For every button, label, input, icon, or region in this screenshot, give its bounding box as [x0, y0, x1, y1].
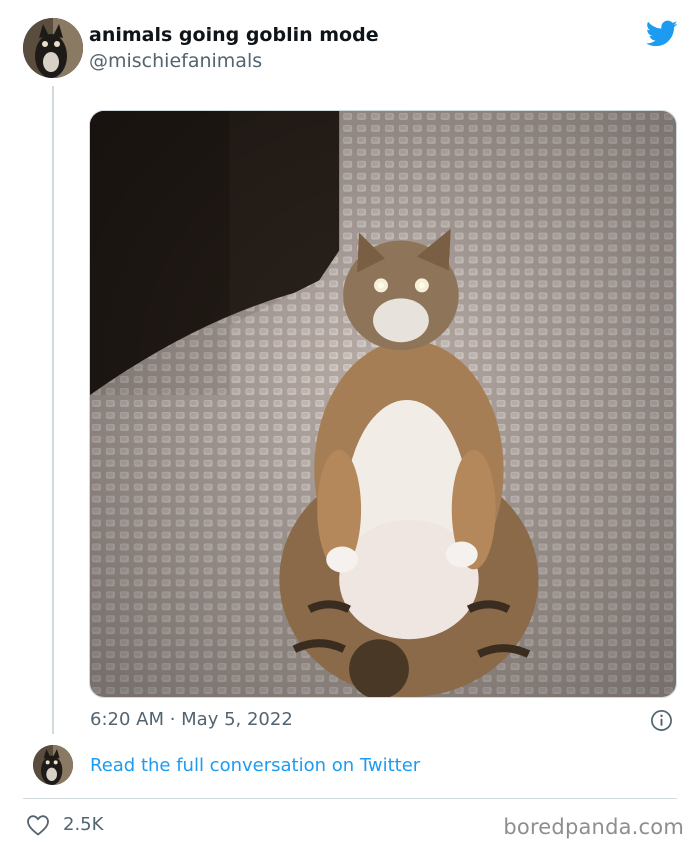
read-full-conversation-link[interactable]: Read the full conversation on Twitter [90, 755, 420, 776]
like-count: 2.5K [63, 814, 104, 835]
site-watermark: boredpanda.com [503, 815, 684, 839]
author-display-name[interactable]: animals going goblin mode [89, 24, 379, 46]
tweet-timestamp[interactable]: 6:20 AM · May 5, 2022 [90, 709, 293, 730]
author-avatar[interactable] [23, 18, 83, 78]
divider [23, 798, 677, 799]
thread-line [52, 86, 54, 734]
twitter-bird-icon[interactable] [646, 20, 678, 48]
author-handle[interactable]: @mischiefanimals [89, 50, 262, 72]
reply-avatar[interactable] [33, 745, 73, 785]
heart-icon[interactable] [26, 814, 50, 836]
tweet-photo[interactable] [89, 110, 677, 698]
info-icon[interactable] [650, 709, 673, 732]
